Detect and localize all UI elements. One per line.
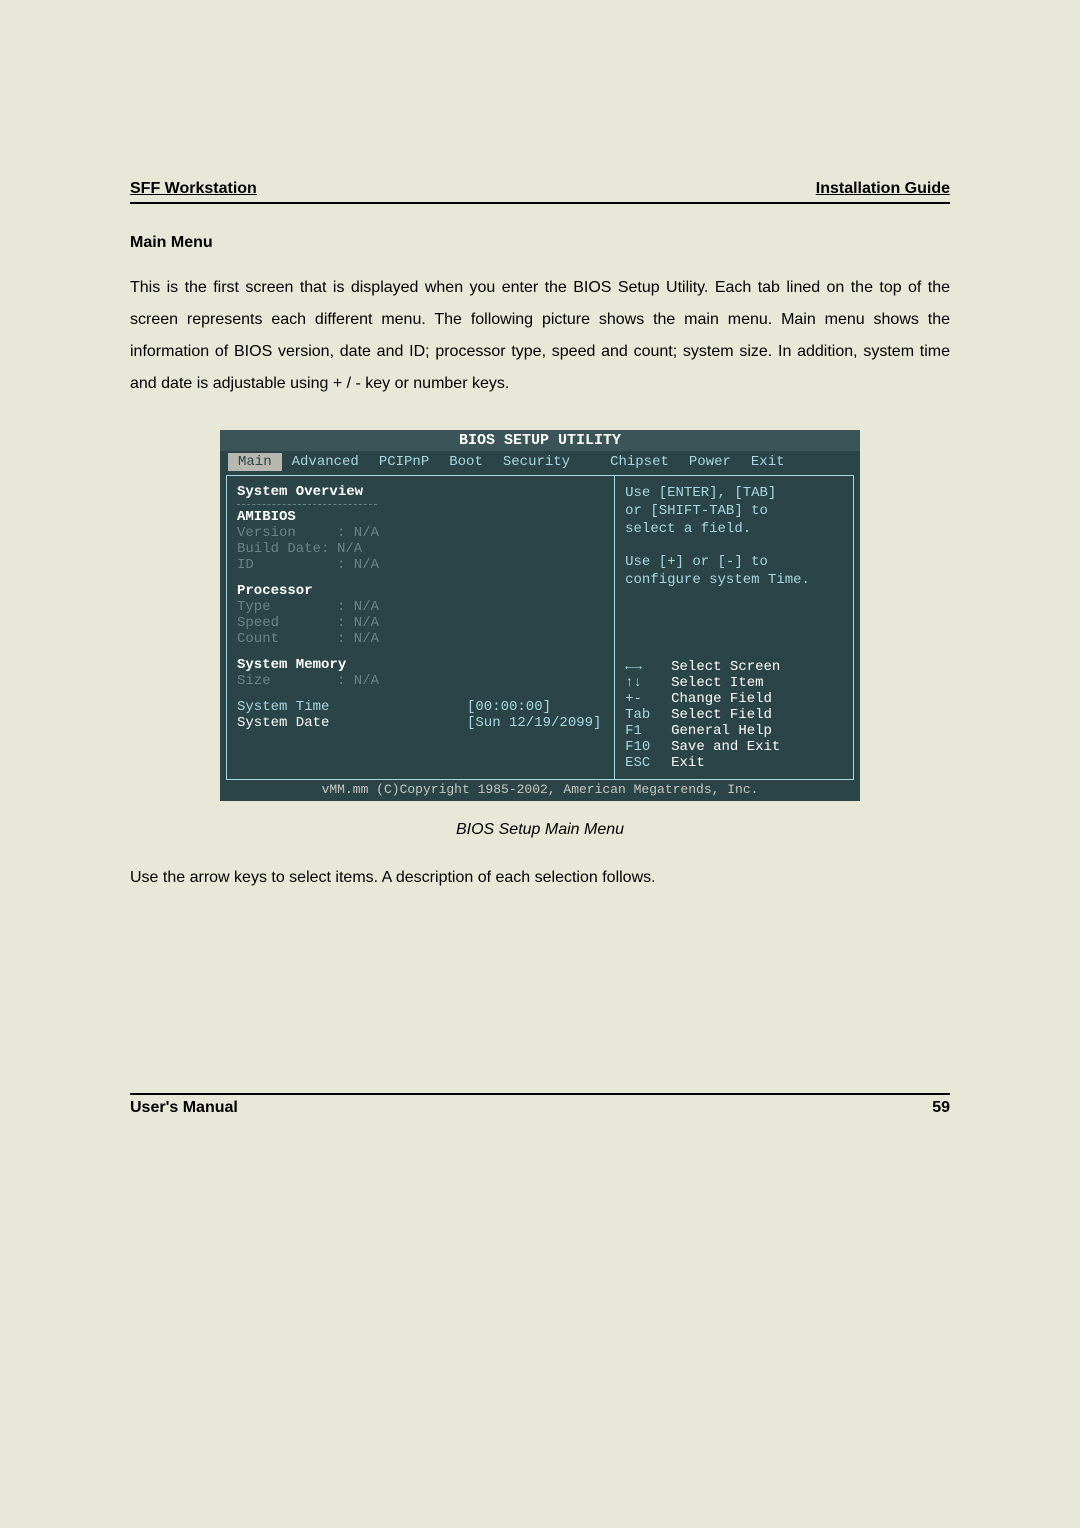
proc-type-row: Type : N/A <box>237 599 604 615</box>
proc-speed-value: : N/A <box>337 615 379 631</box>
help-line1: Use [ENTER], [TAB] <box>625 484 843 502</box>
bios-tab-security[interactable]: Security <box>493 453 580 471</box>
footer-left: User's Manual <box>130 1099 238 1117</box>
after-paragraph: Use the arrow keys to select items. A de… <box>130 863 950 893</box>
bios-tab-boot[interactable]: Boot <box>439 453 493 471</box>
bios-tab-power[interactable]: Power <box>679 453 741 471</box>
key-save-exit: Save and Exit <box>671 739 780 755</box>
version-label: Version <box>237 525 337 541</box>
intro-paragraph: This is the first screen that is display… <box>130 272 950 400</box>
id-value: : N/A <box>337 557 379 573</box>
key-exit: Exit <box>671 755 705 771</box>
proc-count-value: : N/A <box>337 631 379 647</box>
page-footer: User's Manual 59 <box>130 1093 950 1117</box>
page-header: SFF Workstation Installation Guide <box>130 180 950 204</box>
builddate-value: N/A <box>337 541 362 557</box>
key-row-select-item: ↑↓ Select Item <box>625 675 843 691</box>
header-right: Installation Guide <box>816 180 950 198</box>
overview-heading: System Overview <box>237 484 604 500</box>
system-time-row[interactable]: System Time [00:00:00] <box>237 699 604 715</box>
proc-type-value: : N/A <box>337 599 379 615</box>
bios-tab-row: Main Advanced PCIPnP Boot Security Chips… <box>220 451 860 473</box>
bios-title: BIOS SETUP UTILITY <box>220 430 860 451</box>
key-select-screen: Select Screen <box>671 659 780 675</box>
mem-size-row: Size : N/A <box>237 673 604 689</box>
system-date-label: System Date <box>237 715 467 731</box>
proc-count-row: Count : N/A <box>237 631 604 647</box>
help-text-top: Use [ENTER], [TAB] or [SHIFT-TAB] to sel… <box>625 484 843 589</box>
bios-right-panel: Use [ENTER], [TAB] or [SHIFT-TAB] to sel… <box>615 476 853 779</box>
key-general-help: General Help <box>671 723 772 739</box>
help-line4: Use [+] or [-] to <box>625 553 843 571</box>
system-date-value[interactable]: [Sun 12/19/2099] <box>467 715 601 731</box>
header-left: SFF Workstation <box>130 180 257 198</box>
help-line3: select a field. <box>625 520 843 538</box>
amibios-label: AMIBIOS <box>237 509 604 525</box>
key-select-field: Select Field <box>671 707 772 723</box>
system-time-label: System Time <box>237 699 467 715</box>
key-row-general-help: F1 General Help <box>625 723 843 739</box>
memory-label: System Memory <box>237 657 604 673</box>
mem-size-label: Size <box>237 673 337 689</box>
bios-tab-pcipnp[interactable]: PCIPnP <box>369 453 439 471</box>
system-time-value[interactable]: [00:00:00] <box>467 699 551 715</box>
key-row-save-exit: F10 Save and Exit <box>625 739 843 755</box>
key-row-select-field: Tab Select Field <box>625 707 843 723</box>
key-esc: ESC <box>625 755 671 771</box>
key-change-field: Change Field <box>671 691 772 707</box>
amibios-id-row: ID : N/A <box>237 557 604 573</box>
key-f10: F10 <box>625 739 671 755</box>
amibios-builddate-row: Build Date: N/A <box>237 541 604 557</box>
key-arrows-icon: ←→ <box>625 659 671 675</box>
help-line5: configure system Time. <box>625 571 843 589</box>
bios-copyright: vMM.mm (C)Copyright 1985-2002, American … <box>220 780 860 801</box>
id-label: ID <box>237 557 337 573</box>
footer-page-number: 59 <box>932 1099 950 1117</box>
figure-caption: BIOS Setup Main Menu <box>130 821 950 839</box>
proc-speed-label: Speed <box>237 615 337 631</box>
key-row-change-field: +- Change Field <box>625 691 843 707</box>
bios-body: System Overview AMIBIOS Version : N/A Bu… <box>226 475 854 780</box>
system-date-row[interactable]: System Date [Sun 12/19/2099] <box>237 715 604 731</box>
builddate-label: Build Date: <box>237 541 337 557</box>
bios-tab-advanced[interactable]: Advanced <box>282 453 369 471</box>
proc-count-label: Count <box>237 631 337 647</box>
version-value: : N/A <box>337 525 379 541</box>
amibios-version-row: Version : N/A <box>237 525 604 541</box>
proc-speed-row: Speed : N/A <box>237 615 604 631</box>
processor-label: Processor <box>237 583 604 599</box>
help-keys: ←→ Select Screen ↑↓ Select Item +- Chang… <box>625 659 843 771</box>
key-row-exit: ESC Exit <box>625 755 843 771</box>
bios-screenshot: BIOS SETUP UTILITY Main Advanced PCIPnP … <box>220 430 860 801</box>
mem-size-value: : N/A <box>337 673 379 689</box>
key-f1: F1 <box>625 723 671 739</box>
proc-type-label: Type <box>237 599 337 615</box>
key-select-item: Select Item <box>671 675 763 691</box>
key-plusminus-icon: +- <box>625 691 671 707</box>
divider <box>237 504 377 505</box>
section-title: Main Menu <box>130 234 950 252</box>
help-line2: or [SHIFT-TAB] to <box>625 502 843 520</box>
bios-tab-chipset[interactable]: Chipset <box>600 453 679 471</box>
bios-tab-exit[interactable]: Exit <box>741 453 795 471</box>
bios-left-panel: System Overview AMIBIOS Version : N/A Bu… <box>227 476 615 779</box>
key-row-select-screen: ←→ Select Screen <box>625 659 843 675</box>
key-tab: Tab <box>625 707 671 723</box>
bios-tab-main[interactable]: Main <box>228 453 282 471</box>
key-updown-icon: ↑↓ <box>625 675 671 691</box>
